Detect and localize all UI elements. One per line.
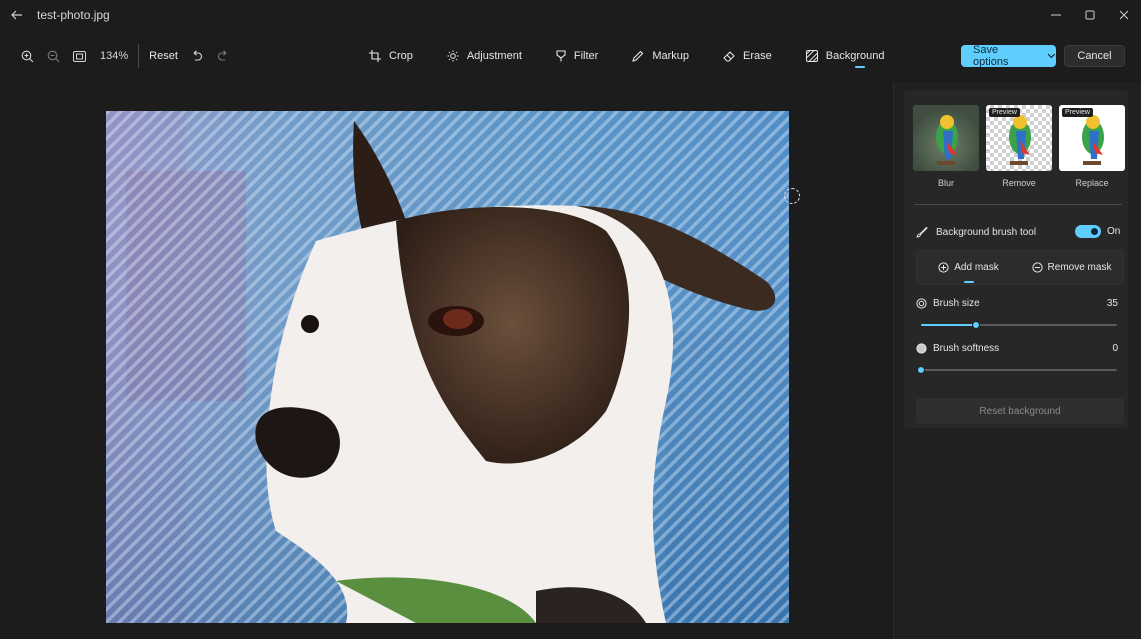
reset-button[interactable]: Reset	[143, 50, 184, 62]
target-icon	[916, 298, 927, 309]
background-icon	[805, 50, 818, 62]
add-mask-button[interactable]: Add mask	[917, 251, 1020, 284]
tab-crop-label: Crop	[389, 50, 413, 62]
editor-toolbar: 134% Reset Crop Adjustment Filter Markup	[0, 30, 1141, 82]
fit-to-window-icon[interactable]	[66, 42, 92, 70]
remove-circle-icon	[1031, 262, 1043, 273]
chevron-down-icon	[1047, 53, 1056, 59]
preset-remove-thumbnail: Preview	[986, 105, 1052, 171]
brush-size-value: 35	[1106, 298, 1118, 309]
zoom-controls: 134% Reset	[14, 30, 236, 82]
brush-softness-row: Brush softness	[916, 343, 999, 354]
brush-tool-label: Background brush tool	[936, 226, 1037, 238]
edit-tabs: Crop Adjustment Filter Markup Erase Back…	[352, 30, 901, 82]
save-options-label: Save options	[973, 44, 1009, 68]
window-title: test-photo.jpg	[37, 8, 110, 22]
add-mask-label: Add mask	[954, 262, 999, 273]
preview-badge: Preview	[989, 108, 1020, 117]
save-options-button[interactable]: Save options	[961, 44, 1056, 68]
brush-softness-label: Brush softness	[933, 343, 1000, 354]
brush-tool-toggle[interactable]	[1075, 225, 1101, 238]
zoom-level: 134%	[100, 50, 129, 62]
reset-background-button[interactable]: Reset background	[916, 398, 1124, 424]
image-canvas[interactable]	[0, 82, 893, 639]
brush-softness-value: 0	[1112, 343, 1118, 354]
slider-fill	[921, 324, 976, 326]
minimize-icon[interactable]	[1039, 0, 1073, 30]
preset-blur-label: Blur	[937, 178, 954, 188]
zoom-in-icon[interactable]	[14, 42, 40, 70]
tab-adjustment[interactable]: Adjustment	[430, 30, 539, 82]
eraser-icon	[723, 51, 735, 62]
toolbar-divider	[138, 44, 140, 68]
save-cancel-group: Save options Cancel	[961, 30, 1125, 82]
tab-filter-label: Filter	[573, 50, 599, 62]
window-controls	[1039, 0, 1141, 30]
pen-icon	[632, 50, 644, 62]
tab-markup[interactable]: Markup	[615, 30, 706, 82]
slider-thumb[interactable]	[917, 366, 925, 374]
brightness-icon	[447, 50, 459, 62]
brush-tool-state: On	[1107, 226, 1121, 237]
tab-background[interactable]: Background	[789, 30, 902, 82]
tab-filter[interactable]: Filter	[539, 30, 615, 82]
preset-blur[interactable]: Blur	[913, 105, 979, 188]
title-bar: test-photo.jpg	[0, 0, 1141, 30]
tab-markup-label: Markup	[652, 50, 690, 62]
tab-background-label: Background	[825, 50, 885, 62]
panel-divider	[914, 204, 1122, 205]
slider-thumb[interactable]	[971, 321, 980, 329]
undo-icon[interactable]	[184, 42, 210, 70]
brush-icon	[916, 226, 928, 238]
mask-mode-group: Add mask Remove mask	[916, 250, 1124, 285]
preset-replace-label: Replace	[1075, 178, 1109, 188]
remove-mask-button[interactable]: Remove mask	[1020, 251, 1123, 284]
preset-remove[interactable]: Preview Remove	[986, 105, 1052, 188]
slider-track	[921, 369, 1117, 371]
tab-adjustment-label: Adjustment	[466, 50, 522, 62]
back-arrow-icon[interactable]	[0, 0, 34, 30]
preset-replace-thumbnail: Preview	[1059, 105, 1125, 171]
redo-icon[interactable]	[210, 42, 236, 70]
background-panel: Blur Preview Remove Preview Replace Back…	[893, 82, 1141, 639]
filter-icon	[556, 50, 566, 62]
crop-icon	[369, 50, 381, 62]
close-icon[interactable]	[1107, 0, 1141, 30]
background-presets: Blur Preview Remove Preview Replace	[913, 105, 1125, 188]
softness-icon	[916, 343, 927, 354]
parrot-icon	[936, 115, 958, 165]
remove-mask-label: Remove mask	[1047, 262, 1112, 273]
preset-replace[interactable]: Preview Replace	[1059, 105, 1125, 188]
tab-erase-label: Erase	[743, 50, 772, 62]
tab-erase[interactable]: Erase	[706, 30, 789, 82]
brush-softness-slider[interactable]	[917, 366, 1117, 374]
cancel-button[interactable]: Cancel	[1064, 45, 1125, 67]
preset-remove-label: Remove	[1002, 178, 1036, 188]
background-options-card: Blur Preview Remove Preview Replace Back…	[904, 90, 1128, 428]
maximize-icon[interactable]	[1073, 0, 1107, 30]
brush-tool-row: Background brush tool	[916, 226, 1036, 238]
zoom-out-icon[interactable]	[40, 42, 66, 70]
brush-size-label: Brush size	[933, 298, 980, 309]
tab-crop[interactable]: Crop	[352, 30, 430, 82]
brush-size-slider[interactable]	[921, 321, 1117, 329]
add-circle-icon	[938, 262, 949, 273]
photo-preview[interactable]	[106, 111, 789, 623]
dog-photo	[106, 111, 789, 623]
preset-blur-thumbnail	[913, 105, 979, 171]
preview-badge: Preview	[1062, 108, 1093, 117]
brush-size-row: Brush size	[916, 298, 980, 309]
brush-cursor	[784, 188, 800, 204]
